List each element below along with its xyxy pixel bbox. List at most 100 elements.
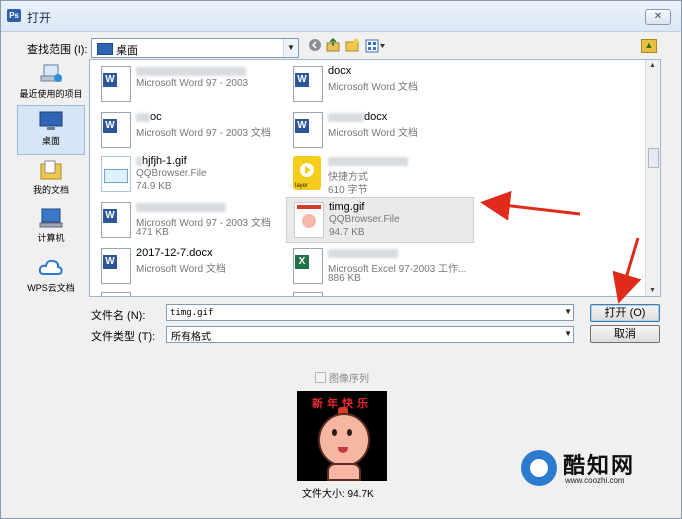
chevron-down-icon[interactable]: ▼	[283, 39, 298, 57]
recent-items-icon	[38, 63, 64, 85]
file-item-partial[interactable]: W	[94, 288, 280, 296]
file-item[interactable]: layer 快捷方式 610 字节	[286, 152, 472, 196]
back-button[interactable]	[307, 38, 323, 54]
preview-body	[327, 463, 361, 481]
watermark-url: www.coozhi.com	[565, 476, 625, 485]
look-in-label: 查找范围 (I):	[27, 44, 88, 56]
excel-doc-icon: X	[293, 248, 323, 284]
photoshop-app-icon: Ps	[7, 9, 21, 22]
vertical-scrollbar[interactable]: ▲ ▼	[645, 60, 660, 296]
computer-icon	[38, 207, 64, 229]
word-doc-icon: W	[101, 112, 131, 148]
close-button[interactable]: ✕	[645, 9, 671, 25]
filename-input[interactable]	[170, 305, 555, 320]
file-item-selected[interactable]: timg.gif QQBrowser.File 94.7 KB	[286, 197, 474, 243]
file-size: 471 KB	[136, 227, 169, 238]
file-item[interactable]: W Microsoft Word 97 - 2003	[94, 62, 280, 106]
word-doc-icon: W	[101, 202, 131, 238]
filetype-dropdown[interactable]: 所有格式 ▼	[166, 326, 574, 343]
view-menu-icon	[365, 39, 385, 53]
desktop-icon	[97, 43, 113, 55]
file-item[interactable]: W oc Microsoft Word 97 - 2003 文档	[94, 108, 280, 152]
file-type: QQBrowser.File	[136, 168, 207, 179]
file-size: 886 KB	[328, 273, 361, 284]
dialog-title: 打开	[27, 11, 52, 25]
file-item[interactable]: hjfjh-1.gif QQBrowser.File 74.9 KB	[94, 152, 280, 196]
filetype-label: 文件类型 (T):	[91, 331, 156, 343]
excel-doc-icon: X	[293, 292, 323, 296]
look-in-value: 桌面	[116, 45, 138, 57]
place-label: 桌面	[41, 136, 60, 146]
file-size: 74.9 KB	[136, 181, 172, 192]
file-name	[136, 201, 226, 213]
file-type: Microsoft Word 97 - 2003	[136, 78, 249, 89]
file-name-text: oc	[150, 111, 162, 123]
place-my-documents[interactable]: 我的文档	[17, 155, 85, 203]
watermark: 酷知网 www.coozhi.com	[521, 446, 667, 492]
watermark-logo-icon	[521, 450, 557, 486]
up-folder-button[interactable]	[325, 38, 341, 54]
word-doc-icon: W	[101, 248, 131, 284]
place-desktop[interactable]: 桌面	[17, 105, 85, 155]
chevron-down-icon[interactable]: ▼	[564, 307, 572, 316]
place-recent-items[interactable]: 最近使用的项目	[17, 59, 85, 107]
desktop-shortcut-icon[interactable]: ▲	[641, 39, 657, 53]
places-sidebar: 最近使用的项目 桌面 我的文档 计算机 WPS云文档	[15, 59, 87, 359]
image-preview: 新年快乐	[297, 391, 387, 481]
scroll-up-icon[interactable]: ▲	[649, 62, 656, 69]
file-name: docx	[328, 65, 352, 77]
place-label: WPS云文档	[27, 283, 75, 293]
file-item[interactable]: X Microsoft Excel 97-2003 工作... 886 KB	[286, 244, 472, 288]
scroll-down-icon[interactable]: ▼	[649, 287, 656, 294]
cancel-button[interactable]: 取消	[590, 325, 660, 343]
title-bar: Ps 打开 ✕	[1, 1, 681, 32]
cloud-icon	[38, 257, 64, 279]
up-folder-icon	[326, 38, 340, 52]
place-computer[interactable]: 计算机	[17, 203, 85, 251]
preview-baby-face	[318, 413, 370, 467]
file-type: Microsoft Word 文档	[328, 128, 418, 139]
file-item[interactable]: W docx Microsoft Word 文档	[286, 62, 472, 106]
place-wps-cloud[interactable]: WPS云文档	[17, 253, 85, 301]
preview-file-size: 文件大小: 94.7K	[302, 489, 374, 500]
word-doc-icon: W	[101, 66, 131, 102]
desktop-icon	[38, 110, 64, 132]
file-type: QQBrowser.File	[329, 214, 400, 225]
image-sequence-checkbox[interactable]	[315, 372, 326, 383]
file-item[interactable]: W 2017-12-7.docx Microsoft Word 文档	[94, 244, 280, 288]
layer-shortcut-icon: layer	[293, 156, 321, 190]
gif-thumbnail-icon	[101, 156, 131, 192]
scrollbar-thumb[interactable]	[648, 148, 659, 168]
file-name: 2017-12-7.docx	[136, 247, 213, 259]
file-type: Microsoft Word 97 - 2003 文档	[136, 128, 271, 139]
file-name-text: hjfjh-1.gif	[142, 155, 187, 167]
look-in-dropdown[interactable]: 桌面 ▼	[91, 38, 299, 58]
filename-label: 文件名 (N):	[91, 310, 146, 322]
file-item[interactable]: W docx Microsoft Word 文档	[286, 108, 472, 152]
file-name: hjfjh-1.gif	[136, 155, 187, 167]
preview-eye	[332, 429, 337, 436]
open-file-dialog: Ps 打开 ✕ 查找范围 (I): 桌面 ▼ ▲ 最近使用的项目 桌面 我的文档…	[0, 0, 682, 519]
file-item-partial[interactable]: X	[286, 288, 472, 296]
open-button[interactable]: 打开 (O)	[590, 304, 660, 322]
new-folder-button[interactable]	[344, 38, 360, 54]
new-folder-icon	[345, 38, 359, 52]
place-label: 最近使用的项目	[19, 89, 83, 99]
file-size: 94.7 KB	[329, 227, 365, 238]
filename-field[interactable]: ▼	[166, 304, 574, 321]
file-name	[136, 65, 246, 77]
file-item[interactable]: W Microsoft Word 97 - 2003 文档 471 KB	[94, 198, 280, 242]
file-name	[328, 247, 398, 259]
image-sequence-label: 图像序列	[329, 374, 369, 385]
file-list[interactable]: W Microsoft Word 97 - 2003 W docx Micros…	[89, 59, 661, 297]
back-icon	[309, 39, 321, 51]
chevron-down-icon[interactable]: ▼	[564, 329, 572, 338]
file-name	[328, 155, 408, 167]
file-type: Microsoft Word 文档	[136, 264, 226, 275]
place-label: 计算机	[37, 233, 65, 243]
preview-eye	[347, 429, 352, 436]
image-sequence-option[interactable]: 图像序列	[315, 370, 369, 385]
close-icon: ✕	[653, 11, 663, 22]
view-menu-button[interactable]	[365, 39, 387, 53]
file-name: oc	[136, 111, 162, 123]
